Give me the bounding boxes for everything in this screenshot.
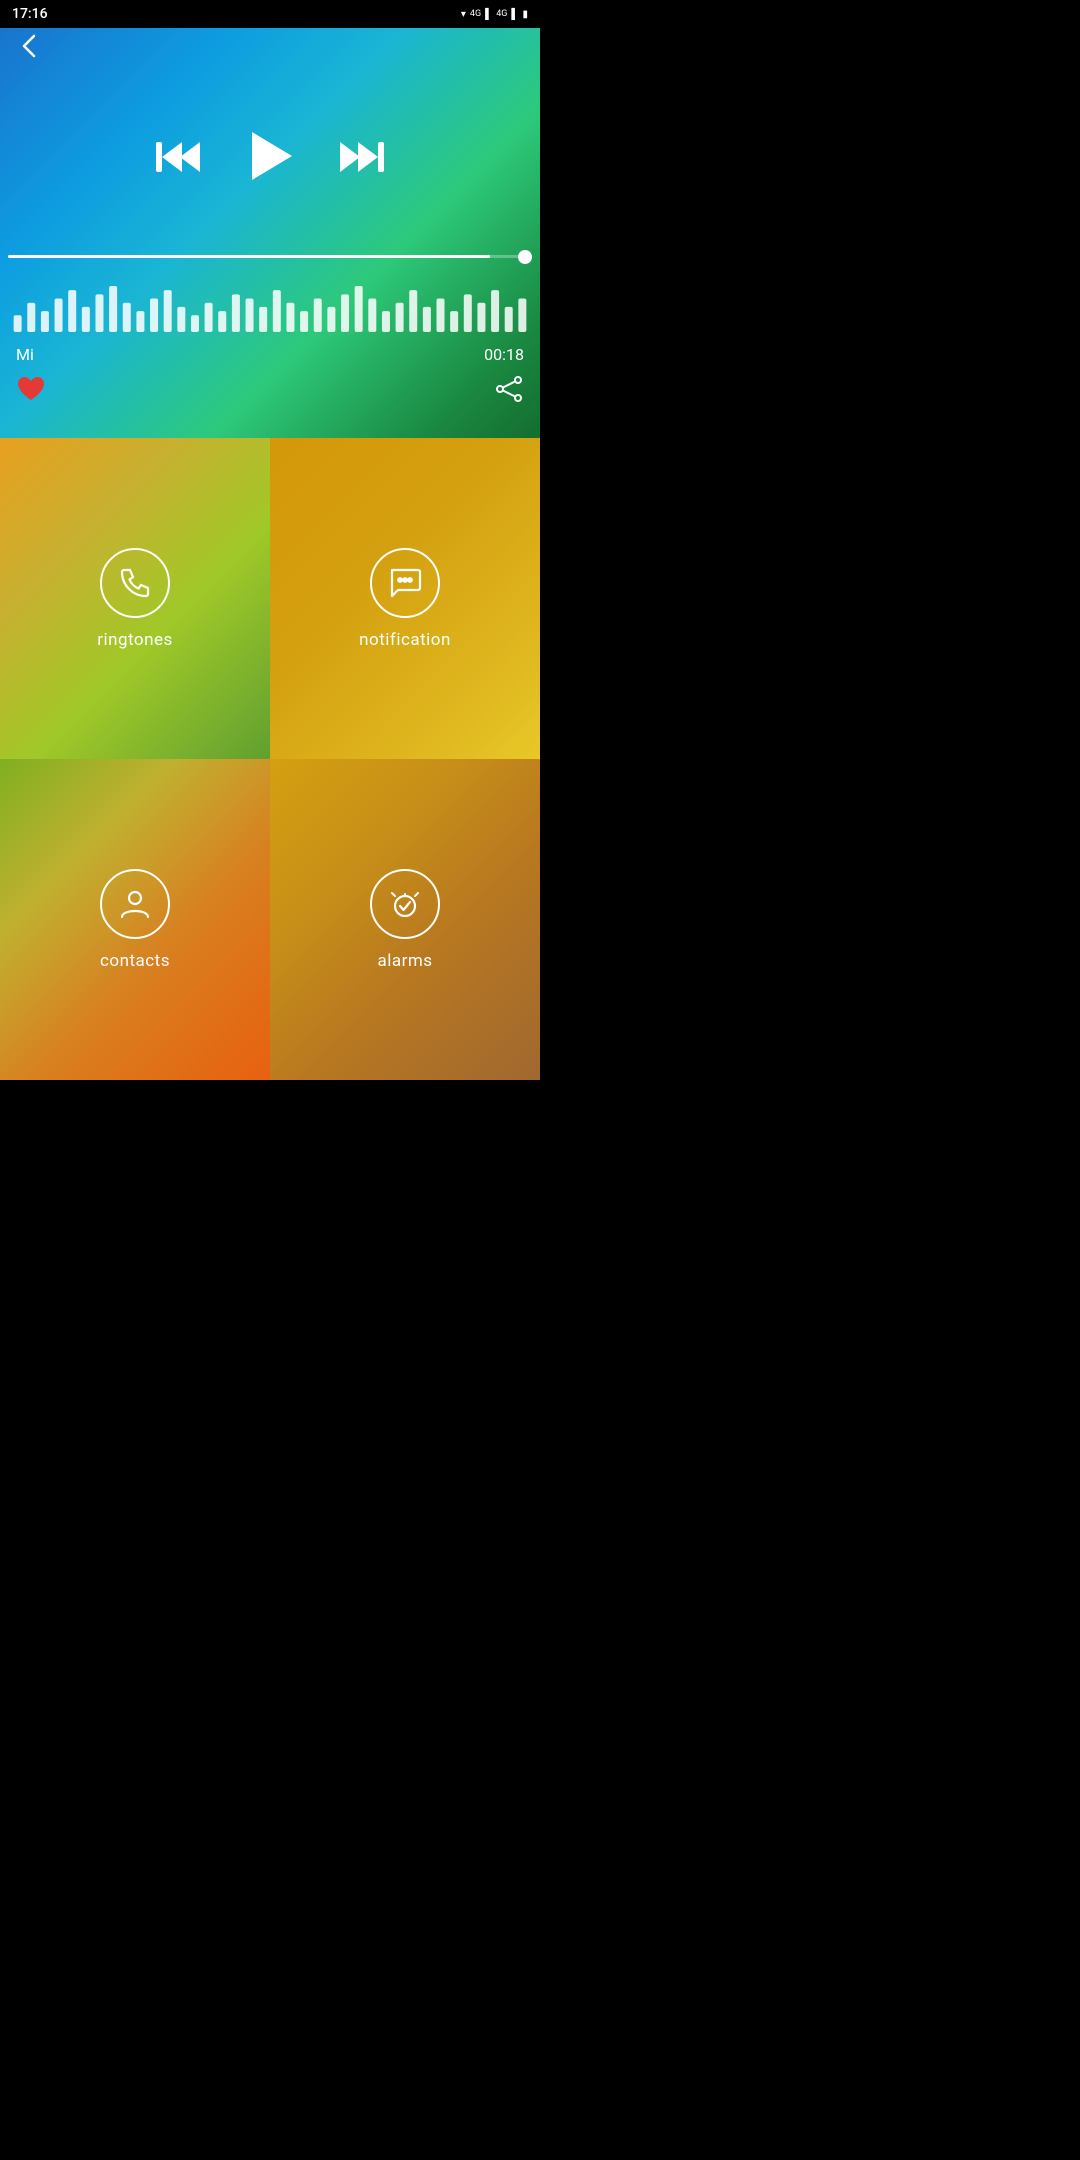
fastforward-icon — [334, 136, 384, 178]
transport-controls — [156, 128, 384, 192]
waveform-visualization — [8, 280, 532, 332]
notification-quadrant[interactable]: notification — [270, 438, 540, 759]
back-icon — [16, 32, 44, 60]
track-name: Mi — [16, 345, 34, 364]
status-bar: 17:16 ▾ 4G ▌ 4G ▌ ▮ — [0, 0, 540, 28]
track-info: Mi 00:18 — [0, 345, 540, 364]
chat-icon — [388, 566, 422, 600]
ringtones-quadrant[interactable]: ringtones — [0, 438, 270, 759]
heart-icon — [16, 375, 46, 403]
status-icons: ▾ 4G ▌ 4G ▌ ▮ — [461, 9, 528, 20]
share-button[interactable] — [494, 375, 524, 410]
alarm-icon — [388, 887, 422, 921]
share-icon — [494, 375, 524, 403]
alarms-label: alarms — [377, 951, 432, 971]
alarms-icon-circle — [370, 869, 440, 939]
waveform-section — [0, 280, 540, 332]
progress-section[interactable] — [0, 255, 540, 258]
signal2-bars: ▌ — [511, 9, 518, 20]
battery-icon: ▮ — [522, 9, 528, 20]
ringtones-label: ringtones — [97, 630, 173, 650]
notification-icon-circle — [370, 548, 440, 618]
progress-thumb — [518, 250, 532, 264]
contacts-label: contacts — [100, 951, 170, 971]
fast-forward-button[interactable] — [334, 136, 384, 185]
bottom-grid: ringtones notification contacts — [0, 438, 540, 1080]
signal-icon: 4G — [470, 9, 481, 19]
track-duration: 00:18 — [484, 345, 524, 364]
alarms-quadrant[interactable]: alarms — [270, 759, 540, 1080]
wifi-icon: ▾ — [461, 9, 466, 20]
notification-label: notification — [359, 630, 451, 650]
person-icon — [118, 887, 152, 921]
contacts-quadrant[interactable]: contacts — [0, 759, 270, 1080]
contacts-icon-circle — [100, 869, 170, 939]
signal2-icon: 4G — [496, 9, 507, 19]
progress-fill — [8, 255, 490, 258]
track-actions — [0, 375, 540, 410]
ringtones-icon-circle — [100, 548, 170, 618]
like-button[interactable] — [16, 375, 46, 410]
phone-icon — [118, 566, 152, 600]
back-button[interactable] — [16, 32, 44, 65]
progress-track[interactable] — [8, 255, 532, 258]
rewind-icon — [156, 136, 206, 178]
play-icon — [242, 128, 298, 184]
play-button[interactable] — [242, 128, 298, 192]
signal-bars: ▌ — [485, 9, 492, 20]
rewind-button[interactable] — [156, 136, 206, 185]
status-time: 17:16 — [12, 6, 48, 22]
